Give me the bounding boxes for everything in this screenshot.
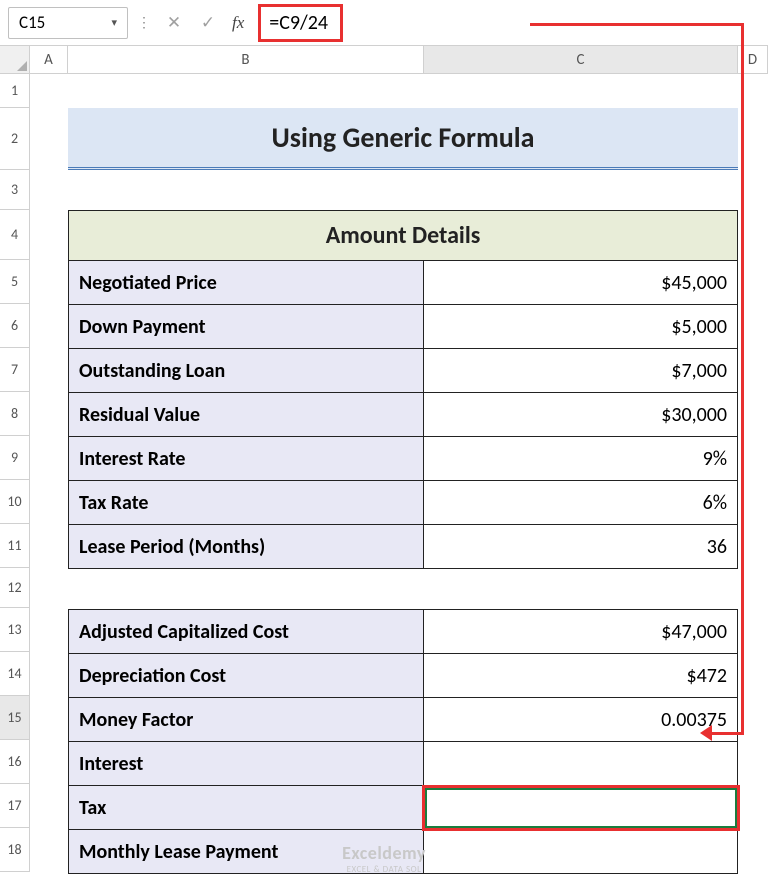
row-header-3[interactable]: 3 <box>0 170 30 210</box>
formula-text: =C9/24 <box>258 4 343 42</box>
value-depreciation-cost[interactable]: $472 <box>424 654 738 698</box>
row-header-4[interactable]: 4 <box>0 210 30 260</box>
label-outstanding-loan: Outstanding Loan <box>69 349 424 393</box>
active-cell-ref: C15 <box>19 12 45 33</box>
fx-icon[interactable]: fx <box>228 13 248 33</box>
table-row: Tax <box>69 786 738 830</box>
row-headers: 1 2 3 4 5 6 7 8 9 10 11 12 13 14 15 16 1… <box>0 74 30 874</box>
label-negotiated-price: Negotiated Price <box>69 261 424 305</box>
separator-dots-icon: ⋮ <box>137 14 151 31</box>
label-lease-period: Lease Period (Months) <box>69 525 424 569</box>
callout-line <box>741 23 744 733</box>
row-header-5[interactable]: 5 <box>0 260 30 304</box>
row-header-17[interactable]: 17 <box>0 784 30 828</box>
column-header-C[interactable]: C <box>424 46 738 73</box>
value-interest[interactable] <box>424 742 738 786</box>
chevron-down-icon[interactable]: ▾ <box>111 16 117 29</box>
row-header-14[interactable]: 14 <box>0 652 30 696</box>
value-tax-rate[interactable]: 6% <box>424 481 738 525</box>
confirm-formula-button[interactable]: ✓ <box>194 9 222 37</box>
label-depreciation-cost: Depreciation Cost <box>69 654 424 698</box>
amount-details-table: Amount Details Negotiated Price$45,000 D… <box>68 210 738 569</box>
label-interest-rate: Interest Rate <box>69 437 424 481</box>
label-tax-rate: Tax Rate <box>69 481 424 525</box>
label-adjusted-cap-cost: Adjusted Capitalized Cost <box>69 610 424 654</box>
row-header-10[interactable]: 10 <box>0 480 30 524</box>
cancel-formula-button[interactable]: ✕ <box>160 9 188 37</box>
row-header-1[interactable]: 1 <box>0 74 30 108</box>
column-header-B[interactable]: B <box>68 46 424 73</box>
column-header-A[interactable]: A <box>30 46 68 73</box>
row-header-6[interactable]: 6 <box>0 304 30 348</box>
row-header-15[interactable]: 15 <box>0 696 30 740</box>
column-headers: A B C D <box>0 46 768 74</box>
row-header-8[interactable]: 8 <box>0 392 30 436</box>
table-row: Interest <box>69 742 738 786</box>
value-residual-value[interactable]: $30,000 <box>424 393 738 437</box>
table-row: Money Factor0.00375 <box>69 698 738 742</box>
watermark-sub: EXCEL & DATA SOL <box>347 864 422 875</box>
table-row: Outstanding Loan$7,000 <box>69 349 738 393</box>
select-all-button[interactable] <box>0 46 30 73</box>
value-down-payment[interactable]: $5,000 <box>424 305 738 349</box>
worksheet-grid: 1 2 3 4 5 6 7 8 9 10 11 12 13 14 15 16 1… <box>0 74 768 874</box>
callout-line <box>710 732 744 735</box>
page-title: Using Generic Formula <box>68 108 738 170</box>
row-header-12[interactable]: 12 <box>0 568 30 608</box>
value-negotiated-price[interactable]: $45,000 <box>424 261 738 305</box>
row-header-13[interactable]: 13 <box>0 608 30 652</box>
table-row: Lease Period (Months)36 <box>69 525 738 569</box>
table-row: Adjusted Capitalized Cost$47,000 <box>69 610 738 654</box>
section-header-amount-details: Amount Details <box>69 211 738 261</box>
value-outstanding-loan[interactable]: $7,000 <box>424 349 738 393</box>
table-row: Down Payment$5,000 <box>69 305 738 349</box>
label-tax: Tax <box>69 786 424 830</box>
value-lease-period[interactable]: 36 <box>424 525 738 569</box>
value-tax[interactable] <box>424 786 738 830</box>
name-box[interactable]: C15 ▾ <box>8 7 128 39</box>
table-row: Depreciation Cost$472 <box>69 654 738 698</box>
row-header-7[interactable]: 7 <box>0 348 30 392</box>
value-interest-rate[interactable]: 9% <box>424 437 738 481</box>
label-interest: Interest <box>69 742 424 786</box>
value-money-factor[interactable]: 0.00375 <box>424 698 738 742</box>
label-residual-value: Residual Value <box>69 393 424 437</box>
row-header-18[interactable]: 18 <box>0 828 30 872</box>
table-row: Interest Rate9% <box>69 437 738 481</box>
row-header-9[interactable]: 9 <box>0 436 30 480</box>
row-header-11[interactable]: 11 <box>0 524 30 568</box>
value-monthly-lease-payment[interactable] <box>424 830 738 874</box>
label-down-payment: Down Payment <box>69 305 424 349</box>
watermark: Exceldemy EXCEL & DATA SOL <box>342 842 426 875</box>
row-header-16[interactable]: 16 <box>0 740 30 784</box>
results-table: Adjusted Capitalized Cost$47,000 Depreci… <box>68 609 738 874</box>
row-header-2[interactable]: 2 <box>0 108 30 170</box>
callout-line <box>530 23 744 26</box>
table-row: Residual Value$30,000 <box>69 393 738 437</box>
arrow-left-icon <box>700 725 712 741</box>
table-row: Tax Rate6% <box>69 481 738 525</box>
label-money-factor: Money Factor <box>69 698 424 742</box>
value-adjusted-cap-cost[interactable]: $47,000 <box>424 610 738 654</box>
table-row: Negotiated Price$45,000 <box>69 261 738 305</box>
watermark-main: Exceldemy <box>342 842 426 864</box>
sheet-cells[interactable]: Using Generic Formula Amount Details Neg… <box>30 74 768 874</box>
